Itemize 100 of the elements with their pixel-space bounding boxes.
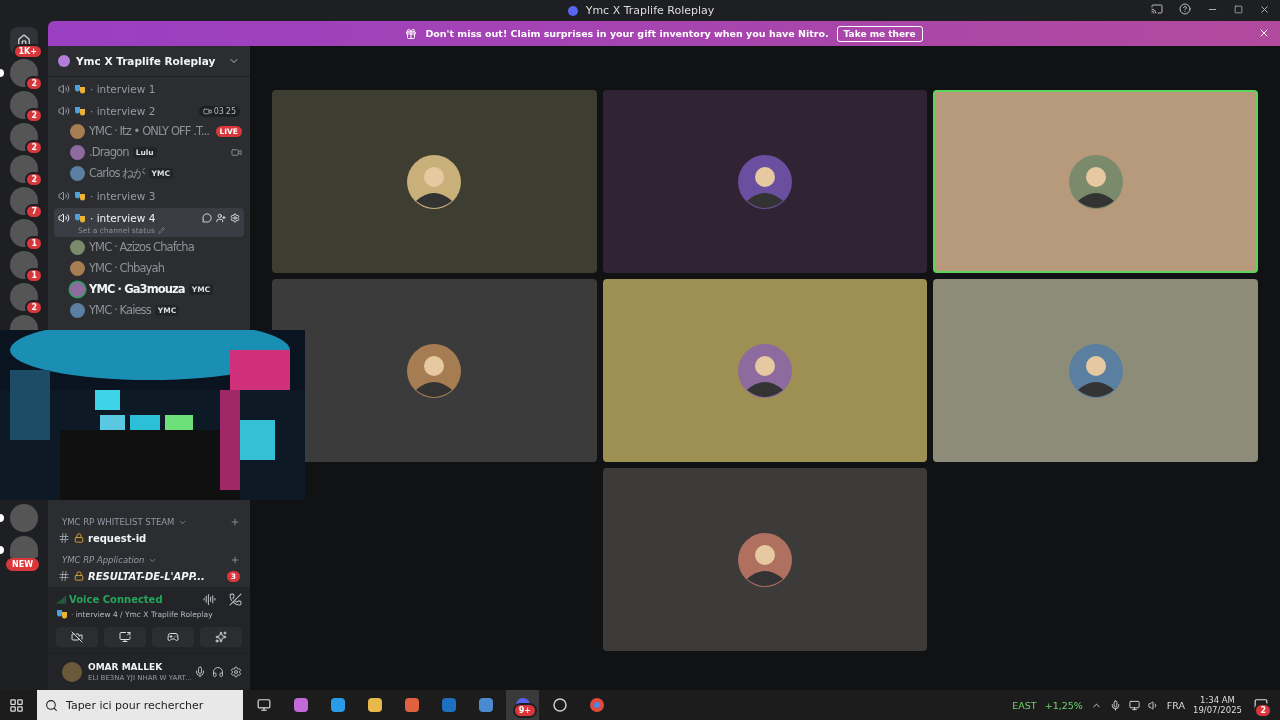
discord-taskbar-button[interactable]: 9+	[506, 690, 539, 720]
sparkles-icon	[215, 631, 227, 643]
avatar	[407, 154, 462, 209]
maximize-icon[interactable]	[1234, 4, 1243, 14]
taskbar-app-icon[interactable]	[329, 697, 346, 713]
signal-icon	[56, 594, 66, 605]
video-tile[interactable]	[272, 90, 597, 273]
screen-share-button[interactable]	[104, 627, 146, 647]
channel-counter: 03 25	[198, 105, 240, 117]
stock-ticker: EAST	[1012, 699, 1037, 711]
mention-badge: 2	[25, 172, 43, 187]
voice-user[interactable]: YMC · Chbayah	[54, 258, 244, 279]
app-icon	[565, 4, 580, 17]
banner-text: Don't miss out! Claim surprises in your gift inventory when you have Nitro.	[425, 28, 829, 39]
volume-icon[interactable]	[1147, 699, 1159, 711]
lock-icon	[74, 571, 84, 581]
voice-channel[interactable]: · interview 1	[54, 79, 244, 99]
plus-icon[interactable]	[230, 517, 240, 527]
noise-suppression-icon[interactable]	[203, 593, 216, 606]
chat-icon[interactable]	[202, 213, 212, 223]
speaker-icon	[58, 83, 70, 95]
taskbar-app-icon[interactable]	[292, 697, 309, 713]
taskbar-app-icon[interactable]	[477, 697, 494, 713]
video-tile[interactable]	[933, 90, 1258, 273]
taskbar-app-icon[interactable]	[403, 697, 420, 713]
server-icon[interactable]	[10, 283, 38, 311]
close-icon[interactable]	[1259, 3, 1270, 15]
camera-off-button[interactable]	[56, 627, 98, 647]
channel-name: · interview 4	[90, 212, 157, 224]
user-avatar	[70, 282, 85, 297]
mention-badge: 2	[25, 108, 43, 123]
disconnect-icon[interactable]	[229, 593, 242, 606]
theater-masks-icon	[74, 83, 86, 95]
server-name: Ymc X Traplife Roleplay	[76, 55, 217, 67]
mention-badge: 1K+	[12, 44, 43, 59]
user-avatar	[70, 261, 85, 276]
clock[interactable]: 1:34 AM 19/07/2025	[1193, 695, 1242, 715]
server-icon[interactable]	[10, 123, 38, 151]
taskbar-app-icon[interactable]	[551, 697, 568, 713]
microphone-icon[interactable]	[194, 666, 206, 678]
video-tile[interactable]	[602, 468, 928, 651]
close-icon[interactable]	[1258, 27, 1270, 39]
notification-badge: 9+	[512, 703, 537, 718]
avatar	[738, 343, 792, 398]
notification-center-button[interactable]: 2	[1250, 690, 1272, 720]
invite-icon[interactable]	[216, 213, 226, 223]
browser-icon[interactable]	[588, 697, 605, 713]
server-icon[interactable]	[10, 155, 38, 183]
notification-badge: 2	[1254, 703, 1272, 718]
microphone-icon[interactable]	[1109, 699, 1121, 711]
user-name: YMC · Ga3mouza	[89, 282, 185, 297]
channel-name: · interview 1	[90, 83, 157, 95]
server-icon[interactable]	[10, 59, 38, 87]
video-tile[interactable]	[272, 279, 597, 462]
gift-icon	[405, 27, 418, 40]
user-name: .Dragon	[89, 145, 129, 160]
user-name: YMC · Kaiess	[89, 303, 151, 318]
voice-connected-status: Voice Connected	[69, 594, 164, 605]
taskbar-app-icon[interactable]	[366, 697, 383, 713]
task-view-icon	[256, 698, 271, 712]
voice-channel[interactable]: · interview 3	[54, 186, 244, 206]
user-avatar	[70, 124, 85, 139]
user-avatar	[62, 662, 82, 682]
channel-name: · interview 3	[90, 190, 157, 202]
video-tile[interactable]	[602, 279, 928, 462]
new-badge: NEW	[6, 558, 39, 571]
help-icon[interactable]	[1179, 3, 1191, 15]
camera-icon	[202, 106, 212, 116]
language-indicator: FRA	[1166, 699, 1185, 711]
take-me-there-button[interactable]: Take me there	[836, 25, 923, 42]
mention-badge: 2	[25, 300, 43, 315]
soundboard-button[interactable]	[200, 627, 242, 647]
voice-user[interactable]: YMC · Azizos Chafcha	[54, 237, 244, 258]
mention-badge: 2	[25, 140, 43, 155]
category-header[interactable]: YMC RP WHITELIST STEAM	[54, 509, 244, 529]
video-tile[interactable]	[933, 279, 1258, 462]
user-name: YMC · Azizos Chafcha	[89, 240, 194, 255]
search-field[interactable]: Taper ici pour rechercher	[37, 690, 243, 720]
server-icon[interactable]	[10, 187, 38, 215]
server-icon[interactable]	[10, 91, 38, 119]
plus-icon[interactable]	[230, 555, 240, 565]
settings-icon[interactable]	[230, 666, 242, 678]
server-icon[interactable]	[10, 219, 38, 247]
avatar	[738, 532, 792, 587]
activity-button[interactable]	[152, 627, 194, 647]
avatar	[1068, 343, 1123, 398]
theater-masks-icon	[74, 190, 86, 202]
user-avatar	[70, 145, 85, 160]
headphones-icon[interactable]	[212, 666, 224, 678]
camera-off-icon	[71, 631, 83, 643]
video-tile[interactable]	[602, 90, 928, 273]
user-avatar	[70, 166, 85, 181]
network-icon[interactable]	[1128, 699, 1140, 711]
category-header[interactable]: YMC RP Application	[54, 547, 244, 567]
text-channel[interactable]: request-id	[54, 529, 244, 547]
server-icon[interactable]	[10, 251, 38, 279]
voice-channel[interactable]: · interview 2 03 25	[54, 101, 244, 121]
mention-badge: 2	[25, 76, 43, 91]
user-avatar	[70, 303, 85, 318]
avatar	[738, 154, 792, 209]
